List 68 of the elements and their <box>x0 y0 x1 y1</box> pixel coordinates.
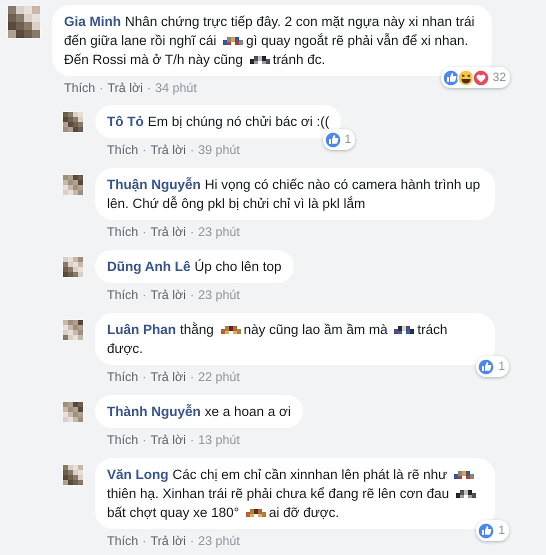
timestamp: 13 phút <box>198 432 240 448</box>
comment-text: Thuận Nguyễn Hi vọng có chiếc nào có camera hành trình up lên. Chứ dễ ông pkl bị chửi chỉ vì là pkl lắm <box>107 176 482 213</box>
author-name[interactable]: Dũng Anh Lê <box>107 259 190 274</box>
separator-dot: · <box>142 369 146 385</box>
avatar[interactable] <box>63 112 83 132</box>
avatar[interactable] <box>63 465 83 485</box>
separator-dot: · <box>190 142 194 158</box>
separator-dot: · <box>142 224 146 240</box>
separator-dot: · <box>146 80 152 96</box>
separator-dot: · <box>99 80 104 96</box>
action-link[interactable]: Trả lời <box>107 80 143 96</box>
reaction-badge[interactable]: 1 <box>322 129 356 150</box>
action-link[interactable]: Thích <box>64 80 96 96</box>
action-link[interactable]: Thích <box>107 224 138 240</box>
laughing-face-icon <box>456 68 475 86</box>
author-name[interactable]: Luân Phan <box>107 322 176 337</box>
separator-dot: · <box>142 533 146 549</box>
avatar[interactable] <box>63 175 83 195</box>
comment-text: Văn Long Các chị em chỉ cần xinnhan lên phát là rẽ như thiên hạ. Xinhan trái rẽ phải chưa kể đang rẽ lên cơn đau bất chợt quay xe 180° ai đỡ được. <box>107 465 483 522</box>
separator-dot: · <box>190 287 194 303</box>
author-name[interactable]: Thành Nguyễn <box>107 404 201 419</box>
timestamp: 34 phút <box>155 80 197 96</box>
timestamp: 23 phút <box>198 224 240 240</box>
censor-mark <box>223 37 244 46</box>
action-link[interactable]: Trả lời <box>150 224 186 240</box>
author-name[interactable]: Tô Tỏ <box>107 114 144 129</box>
avatar[interactable] <box>63 320 83 340</box>
author-name[interactable]: Văn Long <box>107 467 168 482</box>
separator-dot: · <box>190 224 194 240</box>
censor-mark <box>250 56 270 65</box>
action-link[interactable]: Trả lời <box>150 533 186 549</box>
separator-dot: · <box>190 432 194 448</box>
author-name[interactable]: Thuận Nguyễn <box>107 177 201 192</box>
avatar[interactable] <box>8 6 40 38</box>
censor-mark <box>220 326 241 335</box>
action-link[interactable]: Trả lời <box>150 287 186 303</box>
timestamp: 22 phút <box>198 369 240 385</box>
action-link[interactable]: Trả lời <box>150 432 186 448</box>
reaction-badge[interactable]: 1 <box>476 356 509 377</box>
separator-dot: · <box>142 287 146 303</box>
separator-dot: · <box>190 369 194 385</box>
author-name[interactable]: Gia Minh <box>64 14 121 29</box>
comment-text: Tô Tỏ Em bị chúng nó chửi bác ơi :(( <box>107 113 330 131</box>
reaction-badge[interactable]: 1 <box>476 520 509 541</box>
action-link[interactable]: Thích <box>107 287 138 303</box>
comment-text: Thành Nguyễn xe a hoan a ơi <box>107 403 291 421</box>
action-link[interactable]: Thích <box>107 369 138 385</box>
timestamp: 23 phút <box>198 287 240 303</box>
separator-dot: · <box>190 533 194 549</box>
action-link[interactable]: Thích <box>107 533 138 549</box>
reaction-badge[interactable]: 32 <box>440 67 510 88</box>
censor-mark <box>456 490 476 499</box>
action-link[interactable]: Thích <box>107 432 138 448</box>
separator-dot: · <box>142 142 146 158</box>
avatar[interactable] <box>63 257 83 277</box>
comment-text: Gia Minh Nhân chứng trực tiếp đây. 2 con mặt ngựa này xi nhan trái đến giữa lane rồi nghĩ cái gì quay ngoắt rẽ phải vẫn để xi nhan. Đến Rossi mà ở T/h này cũng tránh đc. <box>64 13 476 69</box>
avatar[interactable] <box>63 402 83 422</box>
action-link[interactable]: Thích <box>107 142 138 158</box>
censor-mark <box>394 326 414 335</box>
action-link[interactable]: Trả lời <box>150 369 186 385</box>
censor-mark <box>454 471 474 480</box>
comment-text: Luân Phan thằng này cũng lao ầm ầm mà trách được. <box>107 321 448 358</box>
timestamp: 39 phút <box>198 142 240 158</box>
comment-text: Dũng Anh Lê Úp cho lên top <box>107 258 282 276</box>
censor-mark <box>246 509 266 518</box>
timestamp: 23 phút <box>198 533 240 549</box>
separator-dot: · <box>142 432 146 448</box>
action-link[interactable]: Trả lời <box>150 142 186 158</box>
